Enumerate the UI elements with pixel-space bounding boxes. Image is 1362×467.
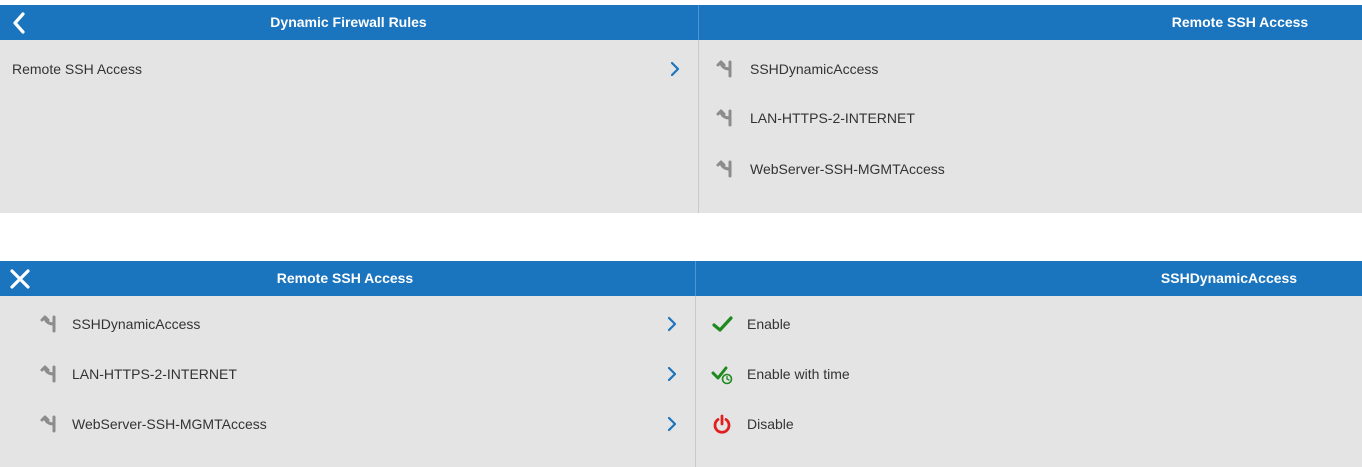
list-item[interactable]: LAN-HTTPS-2-INTERNET (714, 94, 1354, 142)
enable-with-time-option[interactable]: Enable with time (711, 350, 1351, 398)
column-divider (698, 40, 699, 213)
rule-fork-icon (714, 158, 736, 180)
header-divider (695, 261, 696, 296)
checkmark-icon (711, 313, 733, 335)
top-left-title: Dynamic Firewall Rules (270, 14, 427, 30)
rule-fork-icon (38, 363, 60, 385)
list-item-label: LAN-HTTPS-2-INTERNET (72, 366, 237, 382)
enable-option[interactable]: Enable (711, 300, 1351, 348)
header-divider (698, 5, 699, 40)
list-item[interactable]: LAN-HTTPS-2-INTERNET (0, 350, 695, 398)
enable-label: Enable (747, 316, 791, 332)
rule-fork-icon (714, 58, 736, 80)
list-item-label: LAN-HTTPS-2-INTERNET (750, 110, 915, 126)
bottom-left-title: Remote SSH Access (276, 270, 414, 286)
list-item[interactable]: WebServer-SSH-MGMTAccess (714, 145, 1354, 193)
bottom-header: Remote SSH Access SSHDynamicAccess (0, 261, 1362, 296)
chevron-right-icon (665, 315, 679, 333)
list-item[interactable]: SSHDynamicAccess (0, 300, 695, 348)
disable-option[interactable]: Disable (711, 400, 1351, 448)
list-item-label: SSHDynamicAccess (72, 316, 201, 332)
list-item[interactable]: WebServer-SSH-MGMTAccess (0, 400, 695, 448)
top-panel: Dynamic Firewall Rules Remote SSH Access… (0, 5, 1362, 213)
rule-fork-icon (38, 313, 60, 335)
rule-fork-icon (38, 413, 60, 435)
chevron-right-icon (665, 365, 679, 383)
list-item[interactable]: Remote SSH Access (0, 45, 698, 93)
rule-fork-icon (714, 107, 736, 129)
list-item-label: WebServer-SSH-MGMTAccess (72, 416, 267, 432)
bottom-panel: Remote SSH Access SSHDynamicAccess SSHDy… (0, 261, 1362, 467)
list-item-label: WebServer-SSH-MGMTAccess (750, 161, 945, 177)
power-icon (711, 413, 733, 435)
top-right-title: Remote SSH Access (1171, 14, 1309, 30)
disable-label: Disable (747, 416, 794, 432)
list-item[interactable]: SSHDynamicAccess (714, 45, 1354, 93)
list-item-label: SSHDynamicAccess (750, 61, 879, 77)
chevron-right-icon (668, 60, 682, 78)
top-header: Dynamic Firewall Rules Remote SSH Access (0, 5, 1362, 40)
chevron-right-icon (665, 415, 679, 433)
bottom-right-title: SSHDynamicAccess (1160, 270, 1298, 286)
enable-with-time-label: Enable with time (747, 366, 850, 382)
list-item-label: Remote SSH Access (12, 61, 142, 77)
checkmark-clock-icon (711, 363, 733, 385)
column-divider (695, 296, 696, 467)
